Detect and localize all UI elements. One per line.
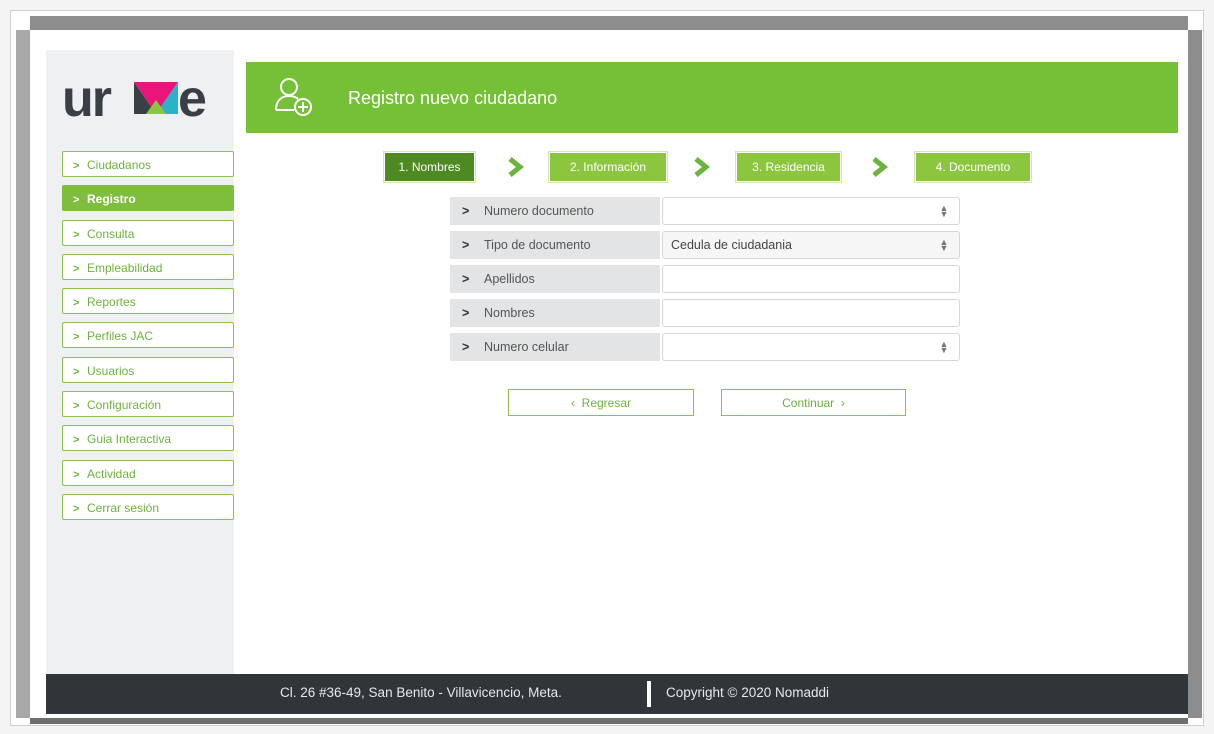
field-label: > Apellidos [450,265,660,293]
sidebar-item-label: Empleabilidad [87,260,163,275]
sidebar-item-label: Actividad [87,466,136,481]
sidebar-item-registro[interactable]: > Registro [62,185,234,212]
chevron-right-icon: > [462,204,470,218]
sidebar-item-label: Registro [87,192,136,207]
chevron-right-icon [694,157,711,177]
chevron-right-icon: > [73,262,80,275]
apellidos-input[interactable] [662,265,960,293]
sidebar-item-perfiles-jac[interactable]: > Perfiles JAC [62,322,234,349]
field-label: > Numero documento [450,197,660,225]
select-arrows-icon: ▲ ▼ [939,237,949,253]
sidebar-item-empleabilidad[interactable]: > Empleabilidad [62,253,234,280]
svg-text:ur: ur [62,70,112,128]
footer-divider [647,681,651,707]
back-button[interactable]: ‹ Regresar [508,389,694,416]
sidebar-item-ciudadanos[interactable]: > Ciudadanos [62,151,234,177]
continue-button[interactable]: Continuar › [721,389,906,416]
form-row-tipo-documento: > Tipo de documento Cedula de ciudadania ▲… [450,231,960,259]
sidebar-item-label: Usuarios [87,363,135,378]
step-documento[interactable]: 4. Documento [915,152,1031,182]
sidebar-item-label: Guia Interactiva [87,432,172,447]
chevron-right-icon: > [462,238,470,252]
sidebar-item-reportes[interactable]: > Reportes [62,288,234,315]
add-user-icon [275,78,312,116]
footer-address: Cl. 26 #36-49, San Benito - Villavicenci… [280,685,562,700]
form-row-apellidos: > Apellidos [450,265,960,293]
form-row-numero-celular: > Numero celular ▲ ▼ [450,333,960,361]
chevron-right-icon: > [73,400,80,413]
urve-logo: ur e [62,70,207,128]
chevron-right-icon: > [462,306,470,320]
sidebar-item-label: Cerrar sesión [87,500,160,515]
chevron-right-icon [872,157,889,177]
sidebar-item-usuarios[interactable]: > Usuarios [62,356,234,383]
nombres-input[interactable] [662,299,960,327]
svg-text:e: e [178,70,207,128]
page-title: Registro nuevo ciudadano [348,88,558,108]
spinner-icon[interactable]: ▲ ▼ [939,204,949,219]
numero-documento-input[interactable]: ▲ ▼ [662,197,960,225]
footer-copyright: Copyright © 2020 Nomaddi [666,685,830,700]
app-window: ur e > Ciudadanos > Registro > Consulta > Em… [30,30,1188,718]
field-label: > Numero celular [450,333,660,361]
sidebar-nav: > Ciudadanos > Registro > Consulta > Empleab… [62,151,234,528]
form-row-nombres: > Nombres [450,299,960,327]
chevron-right-icon: > [73,297,80,310]
chevron-right-icon: > [73,160,80,172]
tipo-documento-select[interactable]: Cedula de ciudadania ▲ ▼ [662,231,960,259]
chevron-right-icon: > [462,272,470,286]
sidebar-item-label: Reportes [87,295,136,310]
spinner-icon[interactable]: ▲ ▼ [939,340,949,355]
chevron-right-icon: › [840,396,845,410]
chevron-right-icon: > [73,502,80,515]
step-informacion[interactable]: 2. Información [549,152,667,182]
sidebar-item-configuracion[interactable]: > Configuración [62,391,234,418]
numero-celular-input[interactable]: ▲ ▼ [662,333,960,361]
chevron-left-icon: ‹ [570,396,575,410]
chevron-right-icon: > [73,228,80,241]
chevron-right-icon [508,157,525,177]
chevron-right-icon: > [73,365,80,378]
chevron-right-icon: > [73,434,80,447]
chevron-right-icon: > [73,468,80,481]
registration-form: > Numero documento ▲ ▼ > Tipo de documento … [450,197,960,367]
step-nombres[interactable]: 1. Nombres [384,152,475,182]
form-row-numero-documento: > Numero documento ▲ ▼ [450,197,960,225]
sidebar-item-label: Ciudadanos [87,158,152,172]
chevron-right-icon: > [73,331,80,344]
chevron-right-icon: > [73,194,80,207]
sidebar-item-label: Consulta [87,226,135,241]
sidebar-item-actividad[interactable]: > Actividad [62,459,234,486]
footer: Cl. 26 #36-49, San Benito - Villavicenci… [46,674,1188,714]
sidebar-item-label: Perfiles JAC [87,329,154,344]
sidebar-item-cerrar-sesion[interactable]: > Cerrar sesión [62,493,234,520]
chevron-right-icon: > [462,340,470,354]
sidebar-item-label: Configuración [87,398,162,413]
sidebar-item-consulta[interactable]: > Consulta [62,219,234,246]
step-residencia[interactable]: 3. Residencia [736,152,841,182]
field-label: > Tipo de documento [450,231,660,259]
page-header: Registro nuevo ciudadano [246,62,1178,133]
field-label: > Nombres [450,299,660,327]
sidebar-item-guia-interactiva[interactable]: > Guia Interactiva [62,425,234,452]
sidebar: ur e > Ciudadanos > Registro > Consulta > Em… [46,50,234,674]
